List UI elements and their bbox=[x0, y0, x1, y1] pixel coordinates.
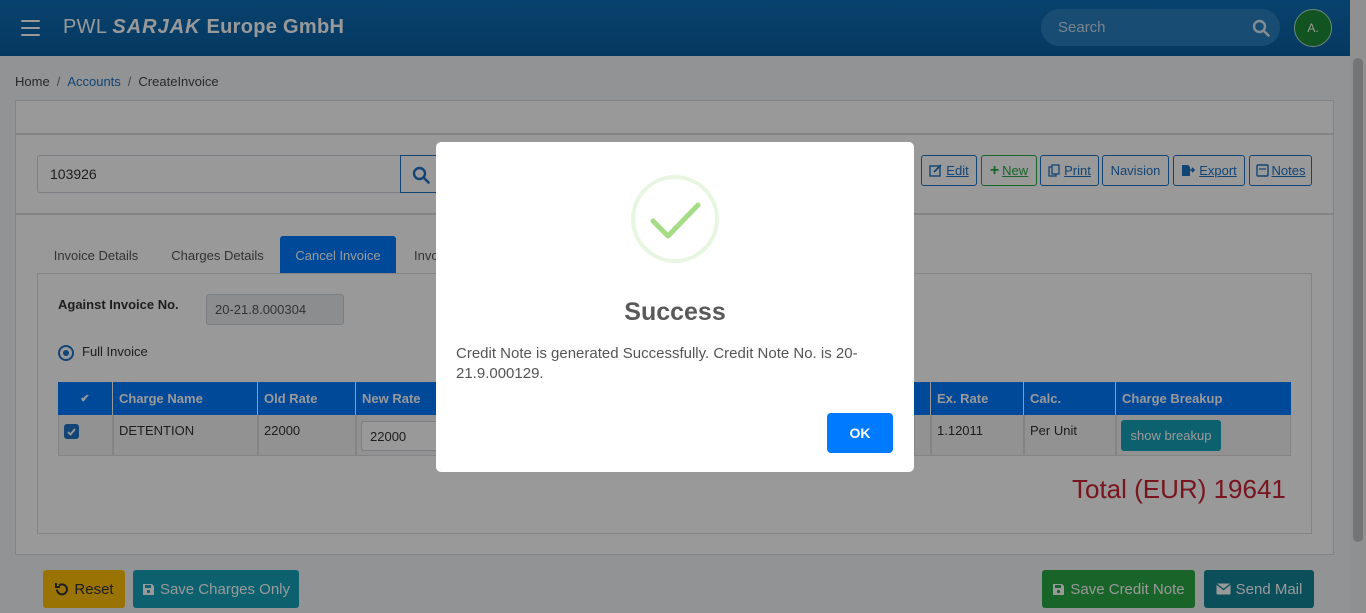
success-circle bbox=[631, 175, 719, 263]
ok-button[interactable]: OK bbox=[827, 413, 893, 453]
dialog-title: Success bbox=[624, 298, 726, 326]
success-dialog: Success Credit Note is generated Success… bbox=[436, 142, 914, 472]
dialog-message: Credit Note is generated Successfully. C… bbox=[456, 345, 858, 382]
checkmark-icon bbox=[650, 202, 701, 239]
